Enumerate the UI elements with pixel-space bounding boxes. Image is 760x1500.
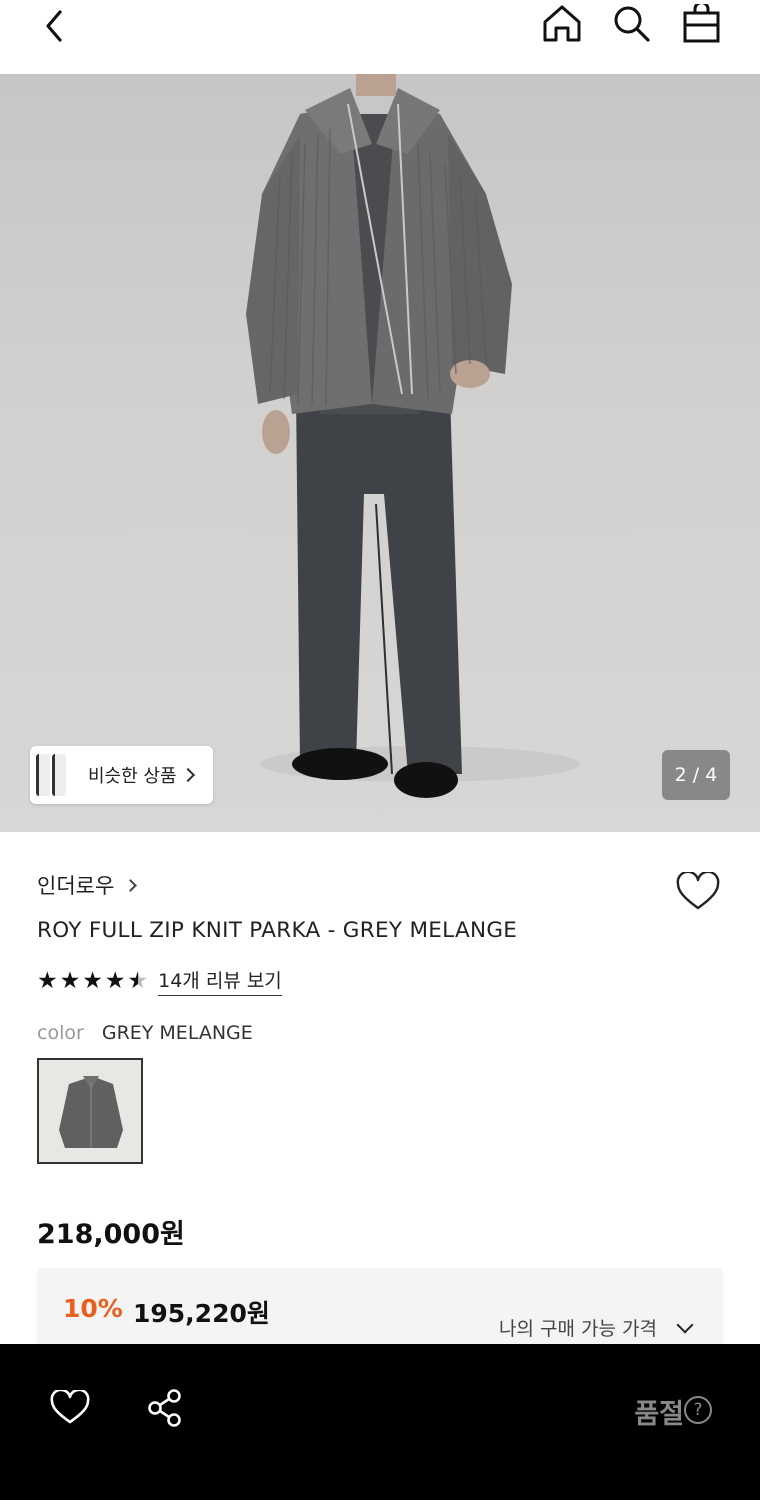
price-benefit-box: 10% 195,220원 나의 구매 가능 가격 xyxy=(37,1268,723,1348)
color-row: color GREY MELANGE xyxy=(37,1022,253,1044)
original-price: 218,000원 xyxy=(37,1219,185,1250)
discount-percent: 10% xyxy=(63,1294,123,1323)
color-label: color xyxy=(37,1022,84,1044)
home-icon[interactable] xyxy=(540,4,584,44)
heart-icon[interactable] xyxy=(676,870,720,912)
rating-row: ★ ★ ★ ★ ★ 14개 리뷰 보기 xyxy=(37,966,282,996)
star-icon: ★ xyxy=(104,967,126,994)
swatch-image xyxy=(59,1076,123,1148)
shopping-bag-icon[interactable] xyxy=(680,1,724,44)
chevron-right-icon xyxy=(124,878,138,892)
reviews-link[interactable]: 14개 리뷰 보기 xyxy=(158,966,282,996)
product-title: ROY FULL ZIP KNIT PARKA - GREY MELANGE xyxy=(37,918,518,943)
brand-name: 인더로우 xyxy=(37,874,115,898)
half-star-icon: ★ xyxy=(127,967,149,994)
my-price-label: 나의 구매 가능 가격 xyxy=(499,1318,657,1340)
sale-price: 195,220원 xyxy=(133,1299,270,1328)
top-navigation-bar xyxy=(0,0,760,74)
brand-link[interactable]: 인더로우 xyxy=(37,870,138,900)
star-icon: ★ xyxy=(82,967,103,994)
my-price-toggle[interactable]: 나의 구매 가능 가격 xyxy=(499,1314,694,1341)
product-photo xyxy=(246,74,580,798)
sold-out-label: 품절 xyxy=(634,1399,684,1430)
star-rating: ★ ★ ★ ★ ★ xyxy=(37,967,149,994)
bottom-action-bar: 품절 ? xyxy=(0,1344,760,1500)
star-icon: ★ xyxy=(59,967,81,994)
similar-products-button[interactable]: 비슷한 상품 xyxy=(30,746,213,804)
star-icon: ★ xyxy=(37,967,58,994)
search-icon[interactable] xyxy=(610,4,654,44)
image-counter: 2 / 4 xyxy=(662,750,730,800)
heart-icon[interactable] xyxy=(50,1388,90,1426)
similar-products-thumbnails xyxy=(30,746,68,804)
chevron-down-icon xyxy=(676,1316,694,1333)
product-image-gallery[interactable]: 비슷한 상품 2 / 4 xyxy=(0,74,760,832)
color-swatch-selected[interactable] xyxy=(37,1058,143,1164)
share-icon[interactable] xyxy=(146,1388,184,1428)
color-value: GREY MELANGE xyxy=(101,1022,253,1044)
back-chevron-icon[interactable] xyxy=(36,6,76,46)
help-icon[interactable]: ? xyxy=(684,1396,712,1424)
